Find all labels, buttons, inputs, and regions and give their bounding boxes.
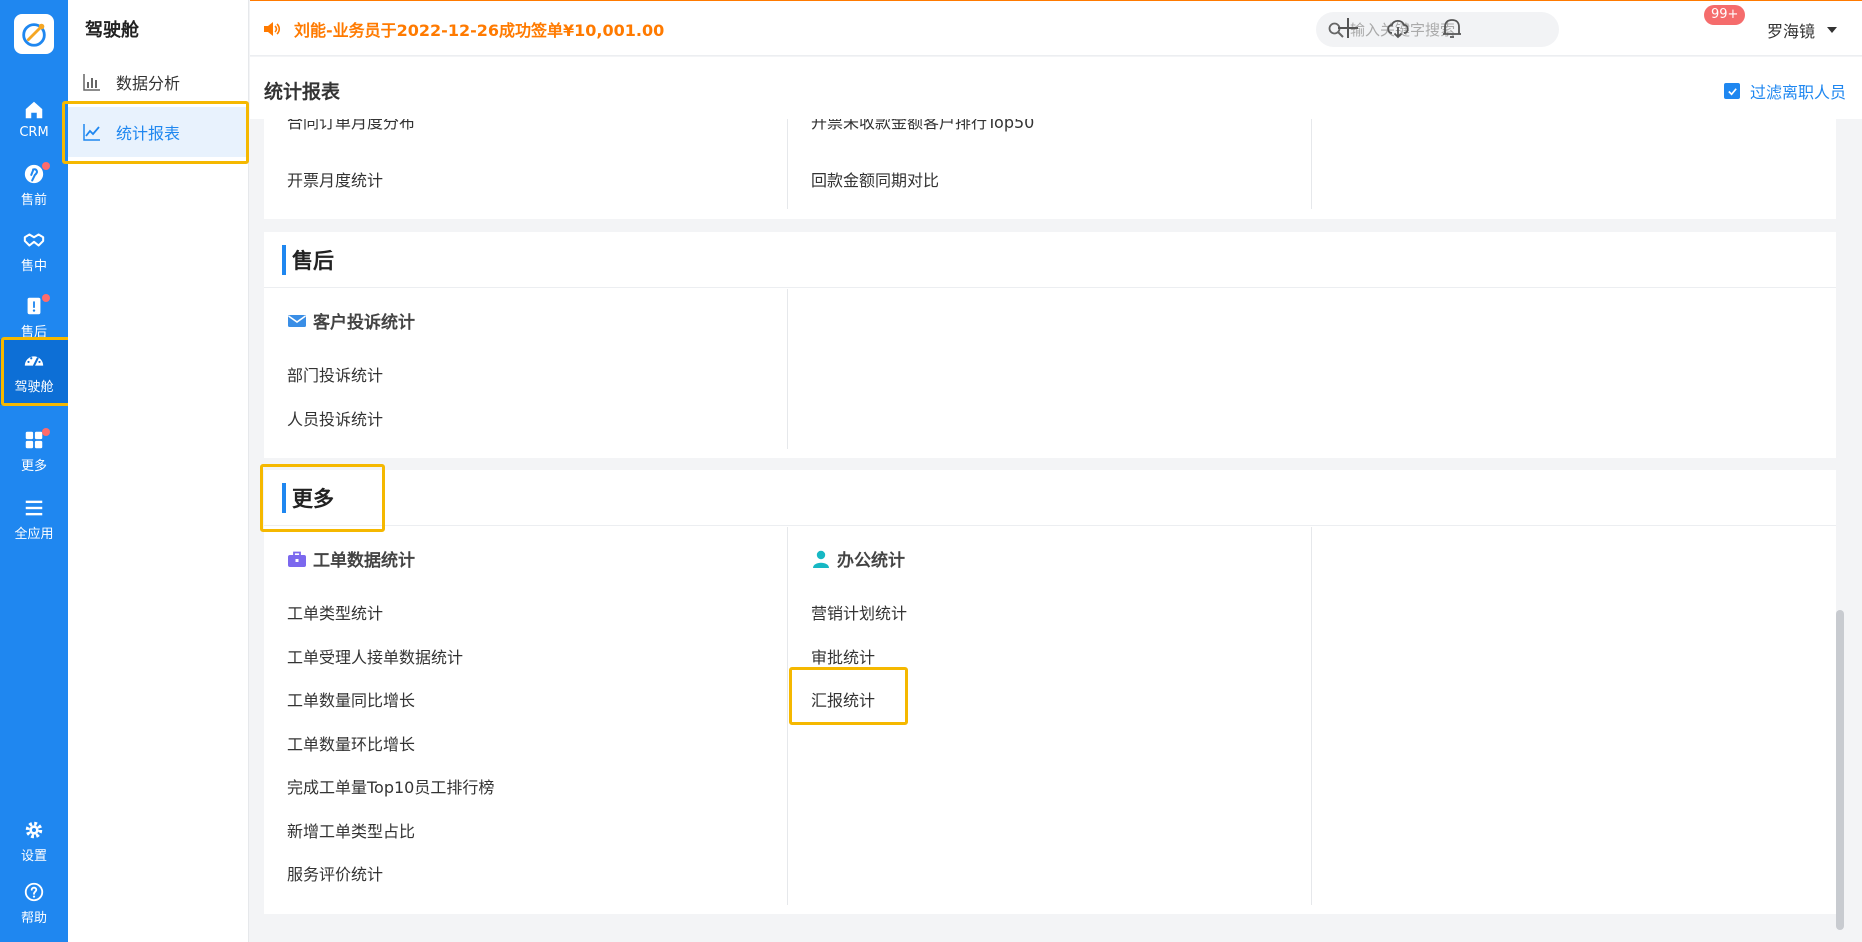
- bell-icon[interactable]: [1438, 14, 1466, 42]
- rail-label: CRM: [19, 124, 49, 140]
- handshake-icon: [23, 232, 45, 247]
- section-title: 售后: [292, 248, 334, 273]
- report-link[interactable]: 合同订单月度分布: [287, 119, 415, 133]
- highlight-box-cockpit: [1, 337, 71, 406]
- page-title: 统计报表: [264, 81, 341, 103]
- group-title-text: 客户投诉统计: [313, 313, 415, 333]
- person-icon: [813, 550, 829, 568]
- rail-label: 售中: [20, 258, 47, 274]
- user-name: 罗海镜: [1767, 22, 1816, 41]
- filter-label: 过滤离职人员: [1750, 83, 1847, 102]
- report-link[interactable]: 完成工单量Top10员工排行榜: [287, 774, 494, 798]
- top-bar: 刘能-业务员于2022-12-26成功签单¥10,001.00 99+ 罗海镜: [250, 0, 1862, 56]
- section-header: 售后: [264, 232, 1836, 288]
- report-link[interactable]: 服务评价统计: [287, 861, 383, 885]
- rail-label: 设置: [20, 848, 47, 864]
- checkbox-checked-icon[interactable]: [1724, 83, 1740, 99]
- column-divider: [787, 527, 788, 905]
- notice-text: 刘能-业务员于2022-12-26成功签单¥10,001.00: [294, 21, 665, 40]
- section-card-after-sales: 售后 客户投诉统计 部门投诉统计 人员投诉统计: [264, 232, 1836, 458]
- rail-item-presale[interactable]: 售前: [0, 152, 68, 218]
- report-link[interactable]: 开票月度统计: [287, 167, 383, 191]
- highlight-box-report-stats: [789, 667, 908, 725]
- group-title: 客户投诉统计: [287, 308, 415, 333]
- report-link[interactable]: 工单数量同比增长: [287, 687, 415, 711]
- rail-item-settings[interactable]: 设置: [0, 808, 68, 874]
- rail-label: 售前: [20, 192, 47, 208]
- rail-item-insale[interactable]: 售中: [0, 218, 68, 284]
- notification-dot: [42, 428, 50, 436]
- group-title-text: 工单数据统计: [313, 551, 415, 571]
- report-link[interactable]: 开票未收款金额客户排行Top50: [811, 119, 1034, 133]
- logo-icon: [22, 23, 46, 47]
- home-icon: [25, 101, 43, 118]
- filter-resigned-toggle[interactable]: 过滤离职人员: [1724, 79, 1846, 103]
- report-link[interactable]: 工单受理人接单数据统计: [287, 644, 463, 668]
- report-link[interactable]: 工单类型统计: [287, 600, 383, 624]
- rail-item-help[interactable]: 帮助: [0, 870, 68, 936]
- group-title-text: 办公统计: [837, 551, 905, 571]
- notification-dot: [42, 294, 50, 302]
- section-accent-bar: [282, 244, 286, 275]
- column-divider: [1311, 527, 1312, 905]
- briefcase-icon: [288, 551, 306, 567]
- user-menu[interactable]: 罗海镜: [1767, 18, 1838, 42]
- plus-icon[interactable]: [1334, 14, 1362, 42]
- sidebar-title: 驾驶舱: [85, 20, 139, 41]
- report-link[interactable]: 回款金额同期对比: [811, 167, 939, 191]
- gear-icon: [25, 821, 43, 838]
- notification-dot: [42, 162, 50, 170]
- rail-label: 更多: [20, 458, 47, 474]
- sidebar-item-label: 数据分析: [116, 74, 181, 93]
- column-divider: [1311, 119, 1312, 209]
- notification-badge: 99+: [1704, 5, 1746, 25]
- page-header: 统计报表 过滤离职人员: [250, 57, 1862, 119]
- rail-item-more[interactable]: 更多: [0, 418, 68, 484]
- group-title: 办公统计: [811, 546, 905, 571]
- report-link[interactable]: 营销计划统计: [811, 600, 907, 624]
- report-link[interactable]: 审批统计: [811, 644, 875, 668]
- section-card-more: 更多 工单数据统计 工单类型统计 工单受理人接单数据统计 工单数量同比增长 工单…: [264, 470, 1836, 914]
- section-header: 更多: [264, 470, 1836, 526]
- section-card-top: 合同订单月度分布 开票未收款金额客户排行Top50 开票月度统计 回款金额同期对…: [264, 119, 1836, 219]
- sidebar-item-data-analysis[interactable]: 数据分析: [68, 57, 249, 107]
- cloud-download-icon[interactable]: [1384, 14, 1412, 42]
- envelope-icon: [288, 314, 306, 327]
- group-title: 工单数据统计: [287, 546, 415, 571]
- column-divider: [787, 289, 788, 449]
- bar-chart-icon: [83, 74, 100, 91]
- rail-label: 帮助: [20, 910, 47, 926]
- app-logo[interactable]: [14, 14, 54, 54]
- rail-item-all-apps[interactable]: 全应用: [0, 486, 68, 552]
- report-link[interactable]: 工单数量环比增长: [287, 731, 415, 755]
- notice-banner[interactable]: 刘能-业务员于2022-12-26成功签单¥10,001.00: [262, 17, 664, 41]
- menu-icon: [25, 500, 43, 515]
- rail-item-crm[interactable]: CRM: [0, 86, 68, 152]
- scrollbar-thumb[interactable]: [1836, 610, 1844, 930]
- highlight-box-stat-reports: [62, 101, 249, 164]
- icon-rail: CRM 售前 售中 售后 驾驶舱 更多 全应用 设置 帮助: [0, 0, 68, 942]
- report-link[interactable]: 人员投诉统计: [287, 406, 383, 430]
- rail-label: 全应用: [14, 526, 54, 542]
- help-icon: [24, 882, 44, 901]
- report-link[interactable]: 新增工单类型占比: [287, 818, 415, 842]
- speaker-icon: [264, 22, 281, 36]
- chevron-down-icon: [1827, 27, 1838, 33]
- report-link[interactable]: 部门投诉统计: [287, 362, 383, 386]
- column-divider: [787, 119, 788, 209]
- highlight-box-more-section: [260, 464, 385, 532]
